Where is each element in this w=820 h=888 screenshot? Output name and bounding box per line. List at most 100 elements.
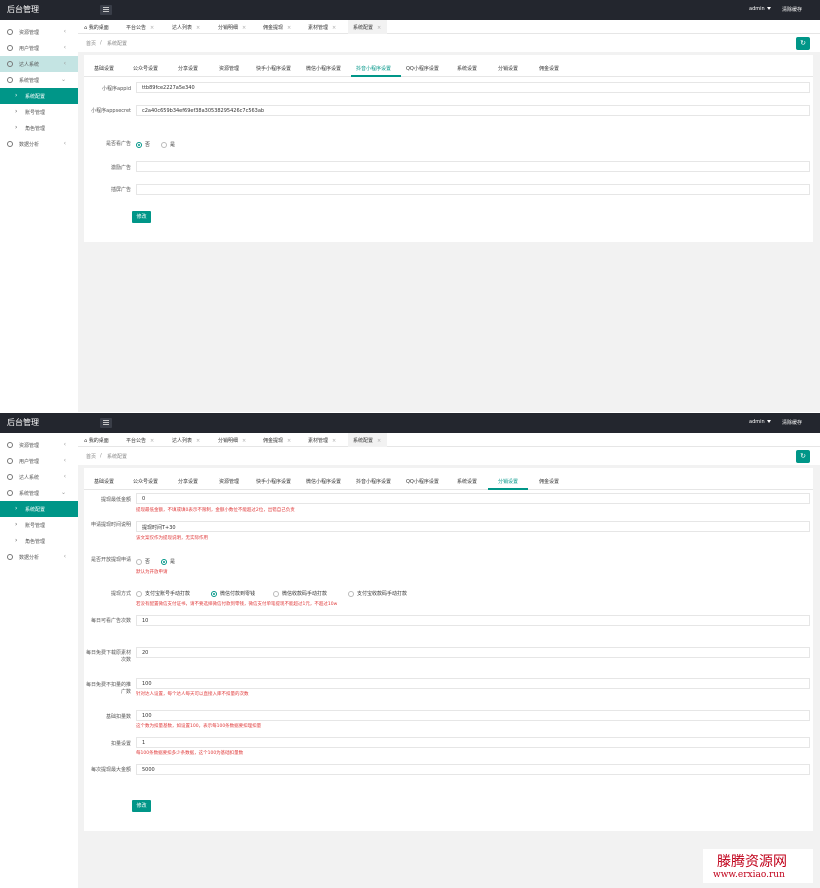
method-radio-alipay-account[interactable]: 支付宝账号手动打款 [136,590,190,597]
close-icon[interactable]: × [377,25,381,31]
sidebar-item-analytics[interactable]: 数据分析 ‹ [0,136,78,152]
tab-system-config[interactable]: 系统配置 × [348,20,388,34]
tab-qq-mini[interactable]: QQ小程序设置 [406,478,439,485]
tab-system-settings[interactable]: 系统设置 [457,65,477,72]
tab-share[interactable]: 分享设置 [178,478,198,485]
tab-withdrawals[interactable]: 佣金提现 × [263,20,291,34]
open-withdraw-hint: 默认为开放申请 [136,570,168,575]
close-icon[interactable]: × [150,438,154,444]
tab-materials[interactable]: 素材管理 × [308,20,336,34]
sidebar-item-accounts[interactable]: › 账号管理 [0,517,78,533]
tab-announcements[interactable]: 平台公告 × [126,20,154,34]
close-icon[interactable]: × [242,25,246,31]
tab-distribution[interactable]: 分销明细 × [218,433,246,447]
withdraw-time-input[interactable]: 提现时间T+30 [136,521,810,532]
close-icon[interactable]: × [150,25,154,31]
tab-talent-list[interactable]: 达人列表 × [172,433,200,447]
daily-ad-input[interactable]: 10 [136,615,810,626]
tab-desktop[interactable]: ⌂ 我的桌面 [84,20,109,34]
tab-commission[interactable]: 佣金设置 [539,478,559,485]
method-radio-alipay-qr[interactable]: 支付宝收款码手动打款 [348,590,407,597]
breadcrumb-home[interactable]: 首页 [86,453,96,460]
tab-desktop[interactable]: ⌂ 我的桌面 [84,433,109,447]
method-radio-wechat-qr[interactable]: 微信收款码手动打款 [273,590,327,597]
method-radio-wechat-change[interactable]: 微信付款到零钱 [211,590,255,597]
ad-radio-no[interactable]: 否 [136,141,150,148]
tab-distribution[interactable]: 分销明细 × [218,20,246,34]
close-icon[interactable]: × [287,25,291,31]
sidebar-item-resources[interactable]: 资源管理 ‹ [0,24,78,40]
tab-wechat-mini[interactable]: 微信小程序设置 [306,65,341,72]
open-radio-no[interactable]: 否 [136,558,150,565]
min-withdraw-input[interactable]: 0 [136,493,810,504]
sidebar-item-talent[interactable]: 达人系统 ‹ [0,56,78,72]
sidebar-item-users[interactable]: 用户管理 ‹ [0,40,78,56]
daily-nodeduct-input[interactable]: 100 [136,678,810,689]
breadcrumb-home[interactable]: 首页 [86,40,96,47]
submit-button[interactable]: 修改 [132,800,151,812]
sidebar-item-roles[interactable]: › 角色管理 [0,120,78,136]
sidebar-item-system[interactable]: 系统管理 ⌄ [0,485,78,501]
tab-douyin-mini[interactable]: 抖音小程序设置 [356,65,391,72]
tab-official-account[interactable]: 公众号设置 [133,478,158,485]
tab-system-config[interactable]: 系统配置 × [348,433,388,447]
watermark: 滕腾资源网 www.erxiao.run [703,849,813,883]
tab-distribution-settings[interactable]: 分销设置 [498,65,518,72]
tab-distribution-settings[interactable]: 分销设置 [498,478,518,485]
menu-toggle-icon[interactable] [100,418,112,428]
user-menu[interactable]: admin [749,6,771,12]
clear-cache-button[interactable]: 清除缓存 [782,419,802,426]
tab-share[interactable]: 分享设置 [178,65,198,72]
close-icon[interactable]: × [196,438,200,444]
sidebar-item-system[interactable]: 系统管理 ⌄ [0,72,78,88]
tab-kuaishou[interactable]: 快手小程序设置 [256,478,291,485]
tab-official-account[interactable]: 公众号设置 [133,65,158,72]
close-icon[interactable]: × [332,438,336,444]
sidebar-item-resources[interactable]: 资源管理 ‹ [0,437,78,453]
sidebar-item-users[interactable]: 用户管理 ‹ [0,453,78,469]
tab-talent-list[interactable]: 达人列表 × [172,20,200,34]
clear-cache-button[interactable]: 清除缓存 [782,6,802,13]
sidebar-item-roles[interactable]: › 角色管理 [0,533,78,549]
reward-ad-input[interactable] [136,161,810,172]
close-icon[interactable]: × [196,25,200,31]
appid-input[interactable]: ttb89fce2227a5e340 [136,82,810,93]
tab-resources[interactable]: 资源管理 [219,65,239,72]
tab-basic[interactable]: 基础设置 [94,65,114,72]
daily-free-input[interactable]: 20 [136,647,810,658]
refresh-icon[interactable]: ↻ [796,450,810,463]
chart-icon [7,554,13,560]
tab-resources[interactable]: 资源管理 [219,478,239,485]
tab-qq-mini[interactable]: QQ小程序设置 [406,65,439,72]
close-icon[interactable]: × [287,438,291,444]
tab-wechat-mini[interactable]: 微信小程序设置 [306,478,341,485]
menu-toggle-icon[interactable] [100,5,112,15]
tab-announcements[interactable]: 平台公告 × [126,433,154,447]
insert-ad-input[interactable] [136,184,810,195]
sidebar-item-system-config[interactable]: › 系统配置 [0,88,78,104]
close-icon[interactable]: × [332,25,336,31]
sidebar-item-analytics[interactable]: 数据分析 ‹ [0,549,78,565]
appsecret-input[interactable]: c2a40c659b34ef69ef38a30538295426c7c563ab [136,105,810,116]
max-withdraw-input[interactable]: 5000 [136,764,810,775]
sidebar-item-system-config[interactable]: › 系统配置 [0,501,78,517]
tab-kuaishou[interactable]: 快手小程序设置 [256,65,291,72]
ad-radio-yes[interactable]: 是 [161,141,175,148]
refresh-icon[interactable]: ↻ [796,37,810,50]
base-deduct-input[interactable]: 100 [136,710,810,721]
submit-button[interactable]: 修改 [132,211,151,223]
deduct-setting-input[interactable]: 1 [136,737,810,748]
user-menu[interactable]: admin [749,419,771,425]
tab-commission[interactable]: 佣金设置 [539,65,559,72]
close-icon[interactable]: × [377,438,381,444]
open-radio-yes[interactable]: 是 [161,558,175,565]
sidebar-item-talent[interactable]: 达人系统 ‹ [0,469,78,485]
tab-withdrawals[interactable]: 佣金提现 × [263,433,291,447]
tab-system-settings[interactable]: 系统设置 [457,478,477,485]
close-icon[interactable]: × [242,438,246,444]
sidebar-item-accounts[interactable]: › 账号管理 [0,104,78,120]
tab-douyin-mini[interactable]: 抖音小程序设置 [356,478,391,485]
tab-basic[interactable]: 基础设置 [94,478,114,485]
settings-panel: 基础设置 公众号设置 分享设置 资源管理 快手小程序设置 微信小程序设置 抖音小… [84,55,813,242]
tab-materials[interactable]: 素材管理 × [308,433,336,447]
